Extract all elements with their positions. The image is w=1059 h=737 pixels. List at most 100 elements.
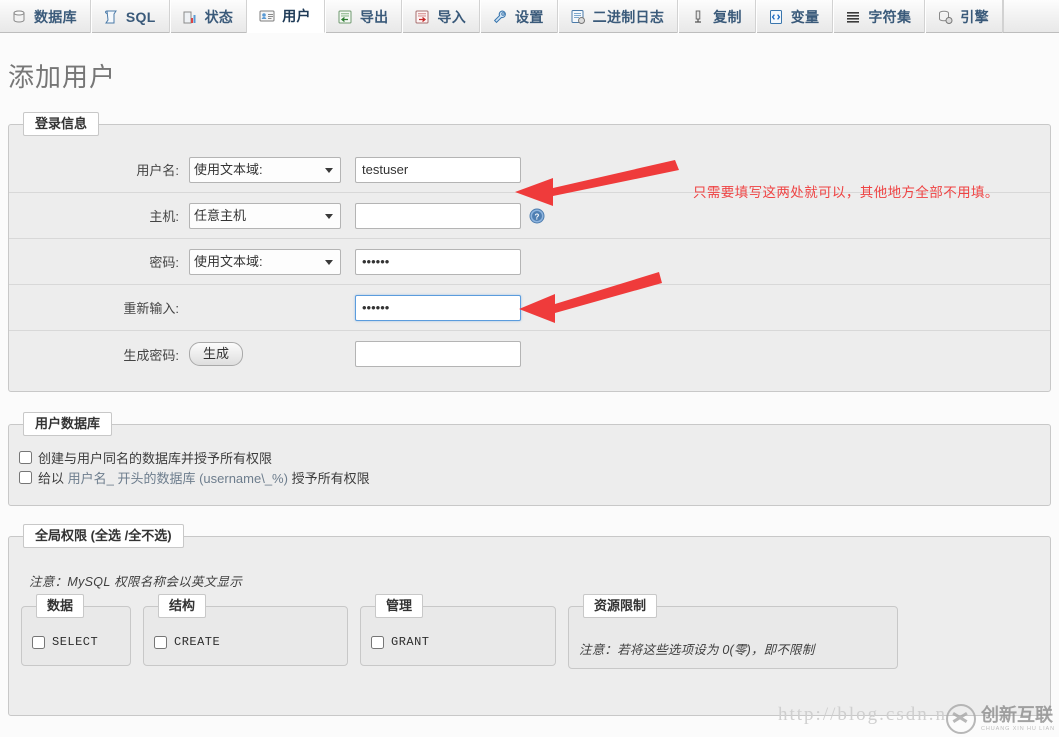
svg-text:?: ? <box>535 212 540 221</box>
username-input[interactable] <box>355 156 521 183</box>
tab-sql[interactable]: SQL <box>90 0 170 33</box>
tab-variables[interactable]: 变量 <box>755 0 834 33</box>
privilege-grant-label: GRANT <box>391 635 430 649</box>
generate-password-label: 生成密码: <box>123 347 179 363</box>
sql-scroll-icon <box>103 9 119 25</box>
host-mode-select-wrap: 任意主机 <box>189 202 341 229</box>
privilege-group-data-legend: 数据 <box>36 594 85 618</box>
global-privileges-check-all-links[interactable]: (全选 /全不选) <box>91 528 172 543</box>
tab-label: 导入 <box>437 8 467 25</box>
privilege-group-administration: 管理 GRANT <box>360 594 556 666</box>
users-card-icon <box>259 8 275 24</box>
user-database-fieldset: 用户数据库 创建与用户同名的数据库并授予所有权限 给以 用户名_ 开头的数据库 … <box>8 412 1051 506</box>
tab-label: 引擎 <box>960 8 989 25</box>
engine-icon <box>937 9 953 25</box>
global-privileges-fieldset: 全局权限 (全选 /全不选) 注意：MySQL 权限名称会以英文显示 数据 SE… <box>8 524 1051 716</box>
tab-label: 数据库 <box>34 8 77 25</box>
import-icon <box>414 9 430 25</box>
tab-settings[interactable]: 设置 <box>480 0 558 33</box>
privilege-group-resource-limits-legend: 资源限制 <box>583 594 658 618</box>
tab-bar-filler <box>1002 0 1059 32</box>
username-mode-select-arrow-wrap: 使用文本域: <box>189 156 341 183</box>
tab-replication[interactable]: 复制 <box>678 0 756 33</box>
tab-label: 二进制日志 <box>592 8 665 25</box>
tab-label: 设置 <box>515 8 544 25</box>
global-privileges-legend: 全局权限 (全选 /全不选) <box>23 524 184 548</box>
export-icon <box>337 9 353 25</box>
generated-password-input-wrap <box>341 341 521 367</box>
retype-password-label: 重新输入: <box>123 301 179 316</box>
annotation-text: 只需要填写这两处就可以，其他地方全部不用填。 <box>693 185 999 200</box>
password-input-wrap <box>341 248 521 275</box>
username-label: 用户名: <box>136 163 179 178</box>
privilege-groups-container: 数据 SELECT 结构 CREATE 管理 GRANT 资源限制 注意：若将这… <box>9 594 1050 669</box>
privilege-group-structure: 结构 CREATE <box>143 594 348 666</box>
tab-label: 变量 <box>790 8 820 25</box>
username-input-wrap <box>341 156 521 183</box>
password-input[interactable] <box>355 248 521 275</box>
privilege-select-label: SELECT <box>52 635 99 649</box>
tab-label: 复制 <box>713 8 742 25</box>
user-database-option-row: 给以 用户名_ 开头的数据库 (username\_%) 授予所有权限 <box>9 467 1050 487</box>
password-mode-select-wrap: 使用文本域: <box>189 248 341 275</box>
username-mode-select[interactable]: 使用文本域: <box>189 156 341 183</box>
grant-wildcard-suffix: 授予所有权限 <box>287 470 370 486</box>
host-mode-select-arrow-wrap: 任意主机 <box>189 202 341 229</box>
tab-import[interactable]: 导入 <box>402 0 481 33</box>
retype-password-input-wrap <box>341 294 521 321</box>
create-database-same-name-checkbox[interactable] <box>19 450 32 464</box>
form-row-password: 密码: 使用文本域: <box>9 239 1050 285</box>
host-input[interactable] <box>355 202 521 229</box>
privilege-item: GRANT <box>371 635 545 649</box>
form-row-generate-password: 生成密码: 生成 <box>9 331 1050 377</box>
user-database-legend: 用户数据库 <box>23 412 113 436</box>
tab-status[interactable]: 状态 <box>169 0 248 33</box>
help-icon[interactable]: ? <box>529 208 545 224</box>
user-database-option-row: 创建与用户同名的数据库并授予所有权限 <box>9 447 1050 467</box>
privilege-select-checkbox[interactable] <box>32 635 45 649</box>
global-privileges-legend-main: 全局权限 <box>35 528 88 543</box>
generated-password-input[interactable] <box>355 341 521 367</box>
wrench-icon <box>492 9 508 25</box>
privilege-item: CREATE <box>154 635 337 649</box>
tab-label: 字符集 <box>868 8 912 25</box>
privilege-item: SELECT <box>32 635 120 649</box>
tab-label: 状态 <box>204 8 234 25</box>
retype-password-input[interactable] <box>355 294 521 321</box>
watermark-logo-en: CHUANG XIN HU LIAN <box>981 725 1055 732</box>
tab-databases[interactable]: 数据库 <box>0 0 91 33</box>
generate-button-wrap: 生成 <box>189 341 341 367</box>
login-information-legend: 登录信息 <box>23 112 100 136</box>
host-input-wrap: ? <box>341 202 545 229</box>
binlog-icon <box>570 9 586 25</box>
create-database-same-name-label: 创建与用户同名的数据库并授予所有权限 <box>38 450 273 466</box>
status-chart-icon <box>182 9 198 25</box>
tab-export[interactable]: 导出 <box>324 0 403 33</box>
resource-limits-note: 注意：若将这些选项设为 0(零)，即不限制 <box>579 643 815 657</box>
tab-label: SQL <box>125 8 156 25</box>
privilege-create-checkbox[interactable] <box>154 635 167 649</box>
generate-password-button[interactable]: 生成 <box>189 341 244 367</box>
grant-wildcard-prefix: 给以 <box>38 470 68 486</box>
login-information-fieldset: 登录信息 用户名: 使用文本域: 主机: 任意主机 <box>8 112 1051 392</box>
tab-label: 导出 <box>359 8 389 25</box>
form-row-retype-password: 重新输入: <box>9 285 1050 331</box>
grant-wildcard-database-checkbox[interactable] <box>19 470 32 484</box>
privilege-create-label: CREATE <box>174 635 221 649</box>
page-title: 添加用户 <box>8 62 117 92</box>
grant-wildcard-database-label: 给以 用户名_ 开头的数据库 (username\_%) 授予所有权限 <box>38 468 370 487</box>
variables-icon <box>768 9 784 25</box>
tab-users[interactable]: 用户 <box>247 0 325 33</box>
tab-engines[interactable]: 引擎 <box>925 0 1003 33</box>
privilege-group-resource-limits: 资源限制 注意：若将这些选项设为 0(零)，即不限制 <box>568 594 898 669</box>
password-mode-select[interactable]: 使用文本域: <box>189 248 341 275</box>
host-label: 主机: <box>149 209 179 224</box>
host-mode-select[interactable]: 任意主机 <box>189 202 341 229</box>
tab-binary-log[interactable]: 二进制日志 <box>557 0 679 33</box>
username-mode-select-wrap: 使用文本域: <box>189 156 341 183</box>
charset-icon <box>845 9 861 25</box>
privilege-group-structure-legend: 结构 <box>158 594 207 618</box>
tab-charset[interactable]: 字符集 <box>833 0 926 33</box>
privilege-grant-checkbox[interactable] <box>371 635 384 649</box>
replication-icon <box>690 9 706 25</box>
